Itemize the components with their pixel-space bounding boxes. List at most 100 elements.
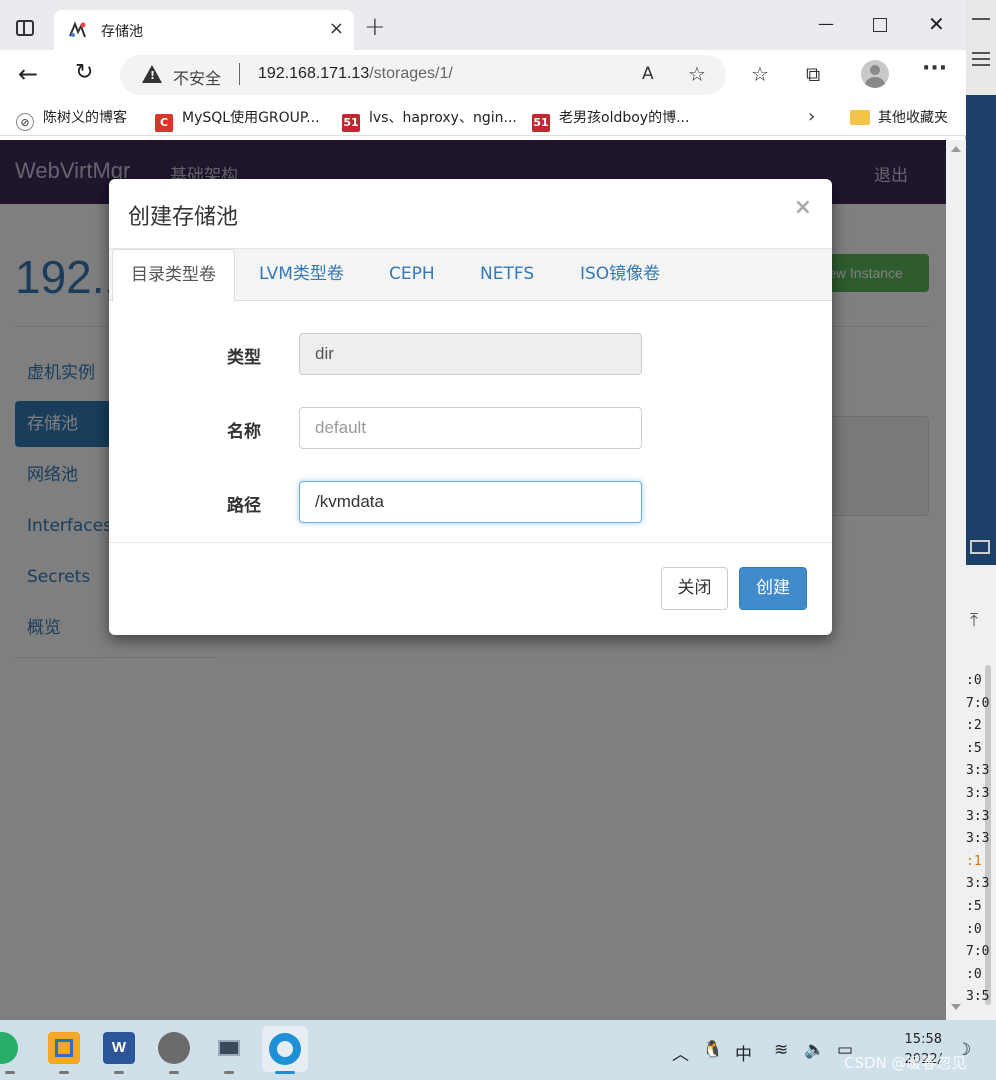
list-item: :1 [966, 853, 982, 869]
security-label[interactable]: 不安全 [173, 65, 221, 89]
running-indicator [224, 1071, 234, 1074]
running-indicator [114, 1071, 124, 1074]
background-app-list: :0 7:0 :2 :5 3:3 3:3 3:3 3:3 :1 3:3 :5 :… [966, 670, 996, 1009]
list-item: :5 [966, 740, 982, 756]
url-host: 192.168.171.13 [258, 65, 370, 82]
modal-header: 创建存储池 × [109, 179, 832, 249]
address-bar[interactable]: 不安全 192.168.171.13/storages/1/ A ☆ [120, 55, 726, 95]
bookmarks-folder[interactable]: 其他收藏夹 [850, 107, 948, 127]
clock-time: 15:58 [904, 1032, 942, 1047]
tab-ceph[interactable]: CEPH [389, 249, 435, 301]
tab-lvm[interactable]: LVM类型卷 [259, 249, 344, 301]
path-label: 路径 [227, 496, 261, 516]
51cto-icon: 51 [532, 114, 550, 132]
new-tab-icon[interactable]: + [364, 14, 386, 40]
avatar-app-icon[interactable] [158, 1032, 190, 1064]
vertical-scrollbar[interactable] [946, 140, 966, 1020]
list-item: :2 [966, 718, 982, 734]
active-indicator [275, 1071, 295, 1074]
wechat-icon[interactable] [0, 1032, 18, 1064]
list-item: 3:3 [966, 763, 990, 779]
window-icon[interactable] [970, 540, 990, 554]
bookmarks-folder-label: 其他收藏夹 [878, 110, 948, 126]
bookmark-label: lvs、haproxy、ngin... [369, 110, 517, 126]
bookmark-item[interactable]: 51 老男孩oldboy的博... [532, 107, 689, 132]
type-field: dir [299, 333, 642, 375]
running-indicator [59, 1071, 69, 1074]
url-text[interactable]: 192.168.171.13/storages/1/ [258, 65, 453, 83]
monitor-shape [218, 1040, 240, 1056]
menu-line [972, 58, 990, 60]
url-path: /storages/1/ [369, 65, 453, 82]
bookmark-label: 老男孩oldboy的博... [559, 110, 690, 126]
wifi-icon[interactable]: ≋ [774, 1040, 788, 1060]
tab-strip: 存储池 × + — ✕ [0, 0, 966, 50]
list-item: 3:3 [966, 785, 990, 801]
profile-avatar[interactable] [861, 60, 889, 88]
browser-tab[interactable]: 存储池 × [54, 10, 354, 50]
remote-desktop-icon[interactable] [214, 1032, 246, 1064]
back-arrow-icon[interactable]: ← [18, 60, 38, 88]
link-icon: ⊘ [16, 113, 34, 131]
favorites-icon[interactable]: ☆ [751, 62, 769, 86]
name-field[interactable]: default [299, 407, 642, 449]
list-item: :0 [966, 921, 982, 937]
close-button[interactable]: 关闭 [661, 567, 728, 610]
modal-footer: 关闭 创建 [109, 542, 832, 635]
path-field[interactable]: /kvmdata [299, 481, 642, 523]
tab-close-icon[interactable]: × [329, 18, 344, 39]
chevron-right-icon[interactable]: › [808, 106, 815, 127]
tab-dir[interactable]: 目录类型卷 [112, 249, 235, 302]
maximize-icon[interactable] [873, 18, 887, 32]
ime-indicator[interactable]: 中 [735, 1040, 752, 1065]
edge-taskbar-button[interactable] [262, 1026, 308, 1072]
volume-icon[interactable]: 🔈 [804, 1040, 825, 1060]
vmware-icon-square [55, 1039, 73, 1057]
qq-icon[interactable]: 🐧 [702, 1040, 723, 1060]
browser-window: 存储池 × + — ✕ ← ↻ 不安全 192.168.171.13/stora… [0, 0, 966, 1020]
add-favorite-icon[interactable]: ☆ [688, 62, 706, 86]
collections-icon[interactable]: ⧉ [806, 62, 820, 86]
browser-toolbar: ← ↻ 不安全 192.168.171.13/storages/1/ A ☆ ☆… [0, 50, 966, 100]
watermark: CSDN @暖春忽见 [844, 1054, 967, 1072]
menu-line [972, 64, 990, 66]
bookmark-label: 陈树义的博客 [43, 110, 127, 126]
read-aloud-icon[interactable]: A [642, 64, 654, 84]
menu-line [972, 52, 990, 54]
scrollbar-thumb [972, 18, 990, 20]
vmware-icon[interactable] [48, 1032, 80, 1064]
scroll-up-icon[interactable] [951, 146, 961, 152]
warning-icon[interactable] [142, 65, 162, 83]
create-button[interactable]: 创建 [739, 567, 807, 610]
type-label: 类型 [227, 348, 261, 368]
chevron-up-icon[interactable]: ︿ [672, 1040, 689, 1065]
bookmark-item[interactable]: ⊘ 陈树义的博客 [16, 107, 127, 131]
list-item: 3:3 [966, 808, 990, 824]
upload-icon[interactable]: ⤒ [970, 610, 978, 631]
window-close-icon[interactable]: ✕ [928, 12, 945, 36]
edge-icon-center [277, 1041, 293, 1057]
scroll-down-icon[interactable] [951, 1004, 961, 1010]
tab-netfs[interactable]: NETFS [480, 249, 534, 301]
word-icon[interactable]: W [103, 1032, 135, 1064]
bookmarks-bar: ⊘ 陈树义的博客 C MySQL使用GROUP... 51 lvs、haproxy、n… [0, 100, 966, 136]
more-options-icon[interactable]: ··· [922, 56, 947, 81]
list-item: 3:3 [966, 876, 990, 892]
background-app-window: ⤒ :0 7:0 :2 :5 3:3 3:3 3:3 3:3 :1 3:3 :5… [966, 0, 996, 1020]
51cto-icon: 51 [342, 114, 360, 132]
webvirtmgr-favicon-icon [69, 21, 86, 38]
minimize-icon[interactable]: — [818, 14, 834, 33]
list-item: 7:0 [966, 944, 990, 960]
sidebar-toggle-icon[interactable] [16, 20, 34, 36]
bookmark-item[interactable]: C MySQL使用GROUP... [155, 107, 320, 132]
storage-type-tabs: 目录类型卷 LVM类型卷 CEPH NETFS ISO镜像卷 [109, 249, 832, 302]
list-item: :0 [966, 966, 982, 982]
bookmark-label: MySQL使用GROUP... [182, 110, 320, 126]
tab-iso[interactable]: ISO镜像卷 [580, 249, 660, 301]
list-item: :5 [966, 898, 982, 914]
reload-icon[interactable]: ↻ [75, 60, 93, 85]
list-item: 3:3 [966, 831, 990, 847]
bookmark-item[interactable]: 51 lvs、haproxy、ngin... [342, 107, 517, 132]
list-item: 3:5 [966, 989, 990, 1005]
modal-close-icon[interactable]: × [794, 195, 812, 220]
